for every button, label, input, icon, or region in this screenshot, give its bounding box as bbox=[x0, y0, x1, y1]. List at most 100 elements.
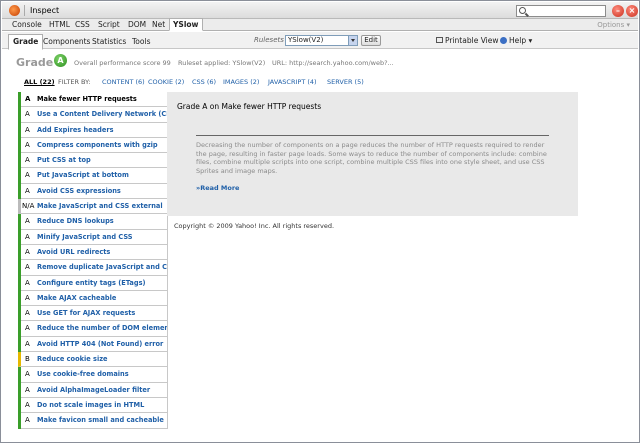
rule-grade: A bbox=[25, 293, 30, 302]
rule-grade: A bbox=[25, 370, 30, 379]
tab-net[interactable]: Net bbox=[149, 19, 168, 31]
rule-grade: A bbox=[25, 232, 30, 241]
rule-item[interactable]: N/A Make JavaScript and CSS external bbox=[18, 199, 168, 215]
rule-item[interactable]: A Compress components with gzip bbox=[21, 137, 168, 154]
grade-badge: A bbox=[54, 54, 67, 67]
rule-grade: A bbox=[25, 95, 31, 103]
inspect-button[interactable]: Inspect bbox=[26, 4, 63, 17]
rule-title: Avoid CSS expressions bbox=[37, 186, 121, 195]
rule-item[interactable]: A Avoid AlphaImageLoader filter bbox=[21, 382, 168, 398]
rule-title: Configure entity tags (ETags) bbox=[37, 278, 146, 287]
rule-title: Avoid HTTP 404 (Not Found) error bbox=[37, 339, 164, 348]
rule-item[interactable]: A Avoid CSS expressions bbox=[21, 183, 168, 200]
filter-images[interactable]: IMAGES (2) bbox=[223, 78, 259, 86]
rule-title: Use a Content Delivery Network (CDN) bbox=[37, 110, 168, 119]
rule-item[interactable]: A Configure entity tags (ETags) bbox=[21, 275, 168, 291]
rule-title: Compress components with gzip bbox=[37, 140, 158, 149]
rule-grade: A bbox=[25, 186, 30, 195]
rule-item[interactable]: A Use cookie-free domains bbox=[21, 367, 168, 383]
read-more-link[interactable]: »Read More bbox=[196, 184, 239, 192]
page-url: URL: http://search.yahoo.com/web?... bbox=[272, 59, 394, 67]
firebug-toolbar: Inspect – × bbox=[2, 2, 638, 19]
detail-divider bbox=[196, 135, 549, 136]
rule-grade: A bbox=[25, 156, 30, 165]
firebug-icon[interactable] bbox=[9, 5, 20, 16]
yslow-toolbar: Grade Components Statistics Tools Rulese… bbox=[2, 32, 638, 50]
help-icon bbox=[500, 37, 507, 44]
rule-title: Avoid URL redirects bbox=[37, 247, 111, 256]
rule-grade: B bbox=[25, 355, 30, 364]
filter-server[interactable]: SERVER (5) bbox=[327, 78, 364, 86]
detail-title: Grade A on Make fewer HTTP requests bbox=[177, 102, 322, 111]
options-menu[interactable]: Options ▾ bbox=[597, 19, 630, 31]
rule-item[interactable]: A Put JavaScript at bottom bbox=[21, 168, 168, 184]
rulesets-selected-value: YSlow(V2) bbox=[288, 36, 324, 44]
rule-title: Use cookie-free domains bbox=[37, 370, 129, 379]
tab-css[interactable]: CSS bbox=[72, 19, 93, 31]
rule-item[interactable]: A Reduce DNS lookups bbox=[21, 214, 168, 230]
rule-grade: A bbox=[25, 125, 30, 134]
firebug-window: Inspect – × Console HTML CSS Script DOM … bbox=[0, 0, 640, 443]
tab-html[interactable]: HTML bbox=[46, 19, 73, 31]
rule-item[interactable]: A Make favicon small and cacheable bbox=[21, 413, 168, 429]
rulesets-label: Rulesets bbox=[254, 36, 284, 44]
tab-yslow[interactable]: YSlow bbox=[169, 18, 203, 31]
help-menu[interactable]: Help ▾ bbox=[500, 35, 533, 46]
tab-script[interactable]: Script bbox=[95, 19, 123, 31]
tab-console[interactable]: Console bbox=[9, 19, 45, 31]
rule-title: Make AJAX cacheable bbox=[37, 293, 117, 302]
rule-item[interactable]: A Add Expires headers bbox=[21, 122, 168, 138]
filter-css[interactable]: CSS (6) bbox=[192, 78, 216, 86]
rule-title: Use GET for AJAX requests bbox=[37, 309, 136, 318]
rule-item[interactable]: A Do not scale images in HTML bbox=[21, 397, 168, 414]
search-input[interactable] bbox=[516, 5, 606, 17]
printable-view-link[interactable]: Printable View bbox=[436, 35, 499, 46]
rule-grade: A bbox=[25, 339, 30, 348]
rule-title: Make JavaScript and CSS external bbox=[37, 202, 163, 211]
filter-all[interactable]: ALL (22) bbox=[24, 78, 55, 86]
help-label: Help ▾ bbox=[509, 36, 533, 45]
rule-grade: A bbox=[25, 140, 30, 149]
rule-item[interactable]: A Reduce the number of DOM elements bbox=[21, 321, 168, 337]
rule-grade: A bbox=[25, 171, 30, 180]
rule-item[interactable]: B Reduce cookie size bbox=[18, 352, 168, 368]
ruleset-applied: Ruleset applied: YSlow(V2) bbox=[178, 59, 266, 67]
rule-title: Add Expires headers bbox=[37, 125, 114, 134]
rule-grade: A bbox=[25, 416, 30, 425]
filter-content[interactable]: CONTENT (6) bbox=[102, 78, 145, 86]
rules-list: A Make fewer HTTP requests A Use a Content… bbox=[18, 92, 168, 429]
firebug-panel-tabs: Console HTML CSS Script DOM Net YSlow Op… bbox=[2, 18, 638, 31]
rule-item[interactable]: A Minify JavaScript and CSS bbox=[21, 229, 168, 245]
rule-grade: A bbox=[25, 400, 30, 409]
tab-statistics[interactable]: Statistics bbox=[88, 35, 130, 49]
rule-grade: A bbox=[25, 263, 30, 272]
filter-javascript[interactable]: JAVASCRIPT (4) bbox=[268, 78, 317, 86]
printable-view-label: Printable View bbox=[445, 36, 499, 45]
rule-item[interactable]: A Avoid HTTP 404 (Not Found) error bbox=[21, 336, 168, 353]
grade-title: Grade bbox=[16, 56, 54, 69]
copyright-text: Copyright © 2009 Yahoo! Inc. All rights … bbox=[174, 222, 335, 230]
edit-button[interactable]: Edit bbox=[361, 35, 381, 46]
rule-item[interactable]: A Make fewer HTTP requests bbox=[21, 92, 168, 108]
filter-label: FILTER BY: bbox=[58, 78, 91, 86]
tab-tools[interactable]: Tools bbox=[128, 35, 154, 49]
search-icon bbox=[519, 7, 526, 14]
rule-item[interactable]: A Avoid URL redirects bbox=[21, 244, 168, 261]
tab-dom[interactable]: DOM bbox=[125, 19, 149, 31]
rule-item[interactable]: A Remove duplicate JavaScript and CSS bbox=[21, 260, 168, 276]
rule-item[interactable]: A Put CSS at top bbox=[21, 153, 168, 169]
rulesets-select[interactable]: YSlow(V2) bbox=[285, 35, 358, 46]
chevron-down-icon bbox=[348, 36, 357, 45]
filter-cookie[interactable]: COOKIE (2) bbox=[148, 78, 184, 86]
minimize-button[interactable]: – bbox=[612, 5, 624, 17]
close-button[interactable]: × bbox=[626, 5, 638, 17]
rule-item[interactable]: A Use GET for AJAX requests bbox=[21, 306, 168, 322]
rule-item[interactable]: A Use a Content Delivery Network (CDN) bbox=[21, 107, 168, 123]
rule-item[interactable]: A Make AJAX cacheable bbox=[21, 290, 168, 307]
tab-components[interactable]: Components bbox=[39, 35, 94, 49]
rule-title: Reduce the number of DOM elements bbox=[37, 324, 168, 333]
rule-title: Reduce cookie size bbox=[37, 355, 108, 364]
toolbar-separator bbox=[24, 5, 25, 16]
rule-title: Put CSS at top bbox=[37, 156, 91, 165]
rule-title: Do not scale images in HTML bbox=[37, 400, 145, 409]
